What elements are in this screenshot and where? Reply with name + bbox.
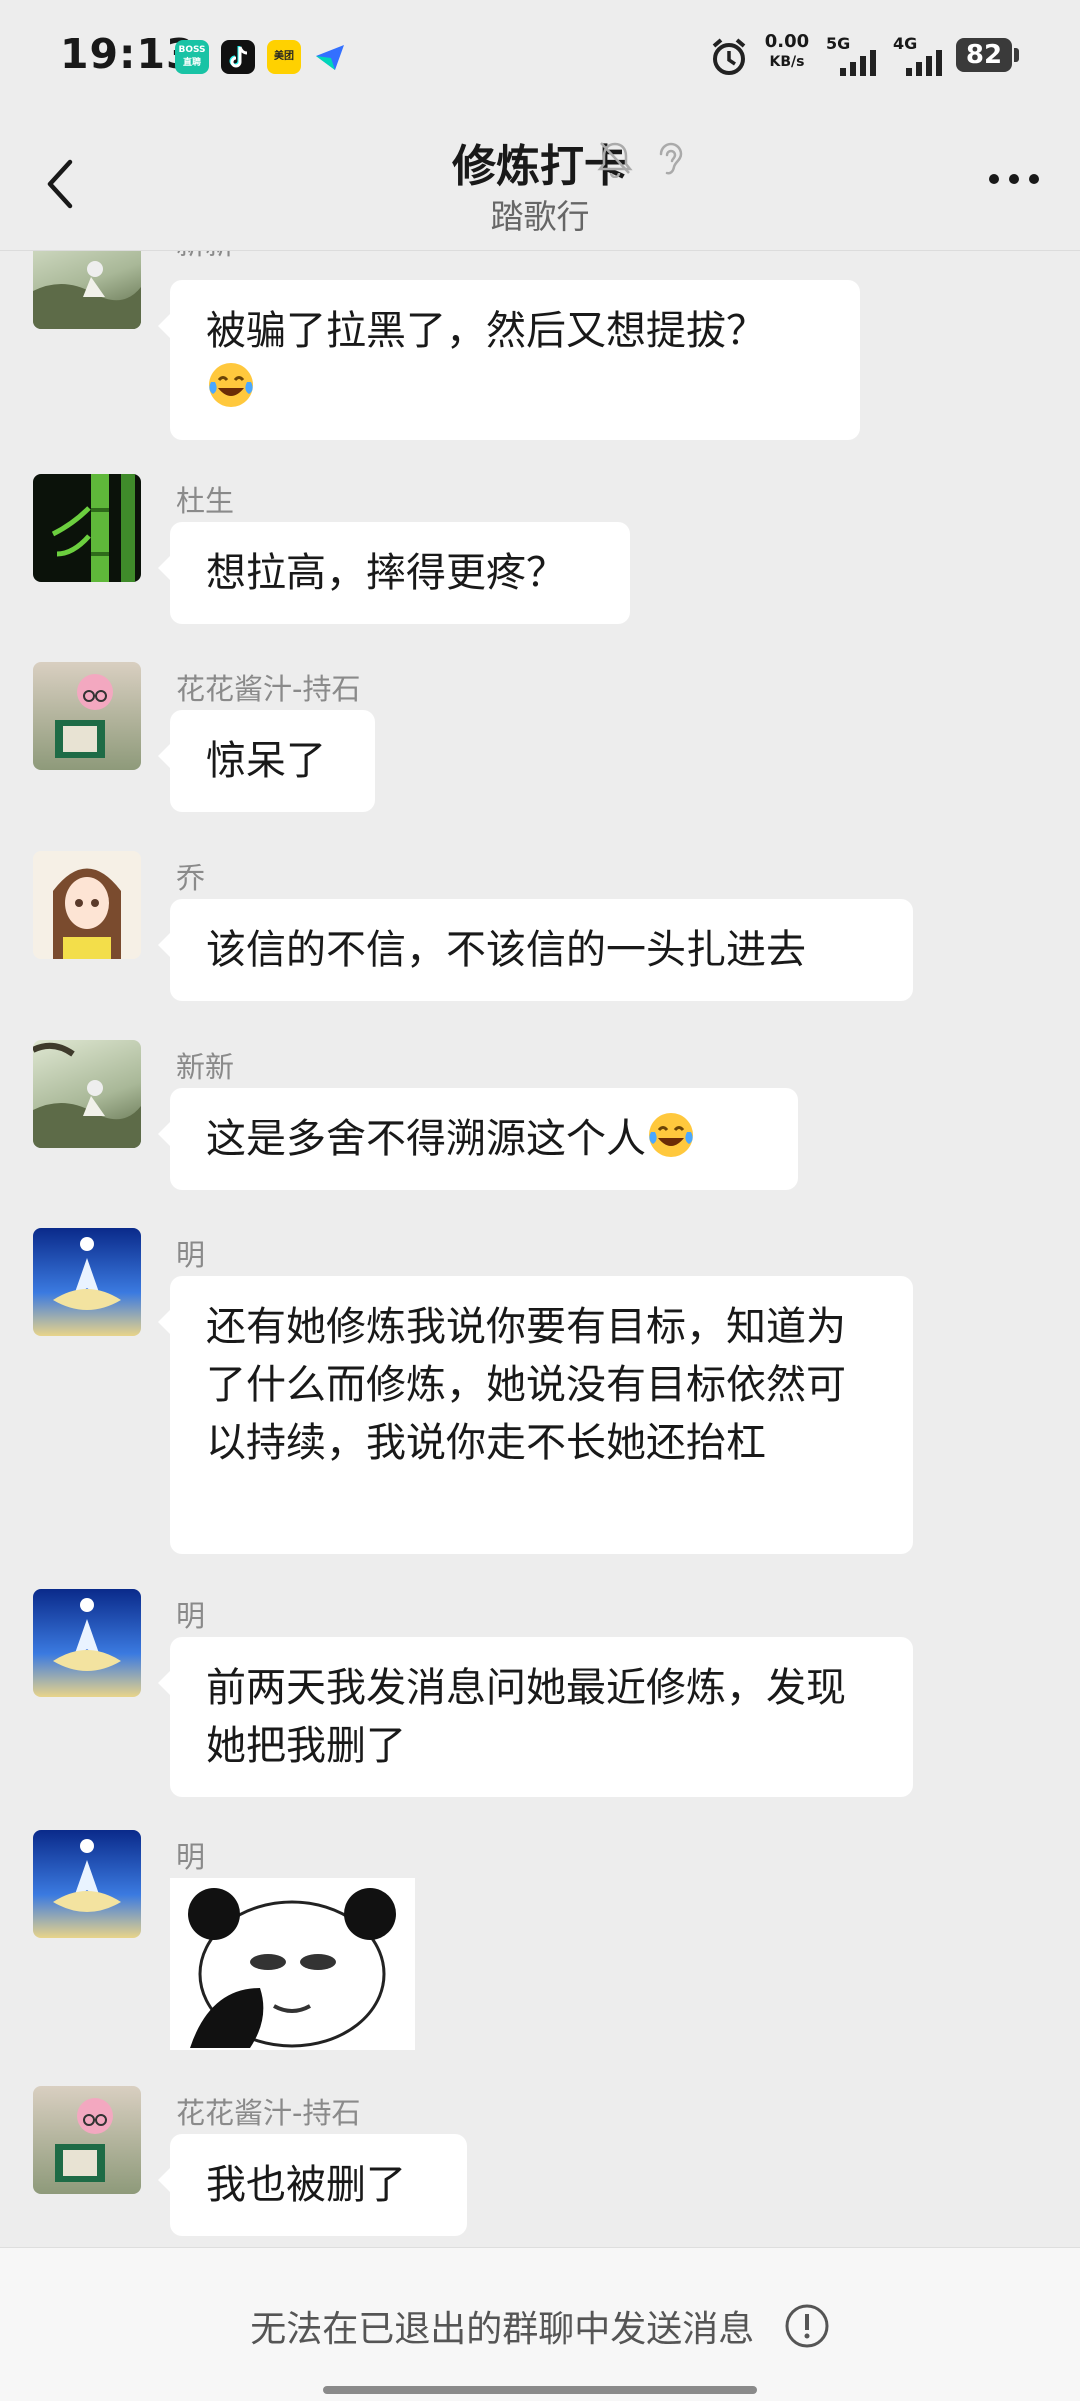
lotus-avatar[interactable] — [33, 1228, 141, 1336]
boss-label: BOSS 直聘 — [178, 45, 206, 68]
message-text: 前两天我发消息问她最近修炼，发现她把我删了 — [206, 1665, 846, 1769]
boss-zhipin-icon: BOSS 直聘 — [175, 40, 209, 74]
feishu-icon — [313, 40, 347, 74]
message-bubble[interactable]: 这是多舍不得溯源这个人 — [158, 1088, 798, 1190]
laughing-tears-emoji-icon — [209, 363, 253, 407]
message-bubble[interactable]: 前两天我发消息问她最近修炼，发现她把我删了 — [158, 1637, 913, 1797]
message-text: 想拉高，摔得更疼？ — [206, 550, 566, 596]
sender-name: 花花酱汁-持石 — [176, 672, 361, 706]
reading-pig-avatar[interactable] — [33, 662, 141, 770]
sender-name: 新新 — [176, 1050, 235, 1084]
cannot-send-notice: 无法在已退出的群聊中发送消息 — [0, 2300, 1080, 2352]
battery-tip — [1014, 48, 1019, 62]
meituan-label: 美团 — [274, 51, 294, 62]
panda-facepalm-sticker[interactable] — [170, 1878, 415, 2050]
landscape-avatar[interactable] — [33, 1040, 141, 1148]
sender-name: 明 — [176, 1599, 206, 1633]
net-speed-unit: KB/s — [769, 54, 805, 70]
message-bubble[interactable]: 还有她修炼我说你要有目标，知道为了什么而修炼，她说没有目标依然可以持续，我说你走… — [158, 1276, 913, 1554]
landscape-avatar[interactable] — [33, 251, 141, 329]
sender-name: 明 — [176, 1238, 206, 1272]
battery-indicator: 82 — [956, 38, 1012, 72]
signal-bars-icon — [840, 50, 876, 76]
sender-name: 新新 — [176, 251, 234, 263]
signal-bars-icon — [906, 50, 942, 76]
lotus-avatar[interactable] — [33, 1830, 141, 1938]
net-speed-value: 0.00 — [764, 31, 810, 52]
message-text: 这是多舍不得溯源这个人 — [206, 1116, 646, 1162]
meituan-icon: 美团 — [267, 40, 301, 74]
status-bar: 19:13 BOSS 直聘 美团 0.00 KB/s 5G 4G 82 — [0, 0, 1080, 112]
alarm-icon — [712, 38, 746, 75]
input-disabled-bar: 无法在已退出的群聊中发送消息 — [0, 2247, 1080, 2401]
message-text: 还有她修炼我说你要有目标，知道为了什么而修炼，她说没有目标依然可以持续，我说你走… — [206, 1304, 846, 1466]
cannot-send-text: 无法在已退出的群聊中发送消息 — [250, 2309, 755, 2350]
sender-name: 花花酱汁-持石 — [176, 2096, 361, 2130]
message-text: 我也被删了 — [206, 2162, 406, 2208]
net-speed: 0.00 KB/s — [762, 32, 812, 72]
message-text: 惊呆了 — [206, 738, 326, 784]
message-text: 被骗了拉黑了，然后又想提拔？ — [206, 308, 766, 354]
message-bubble[interactable]: 我也被删了 — [158, 2134, 467, 2236]
reading-pig-avatar[interactable] — [33, 2086, 141, 2194]
sender-name: 明 — [176, 1840, 206, 1874]
title-status-icons — [596, 138, 687, 182]
more-options-icon[interactable] — [984, 164, 1044, 194]
message-list[interactable]: 新新 被骗了拉黑了，然后又想提拔？ 杜生 想拉高，摔得更疼？ 花花酱汁-持石 惊… — [0, 251, 1080, 2246]
anime-girl-avatar[interactable] — [33, 851, 141, 959]
home-indicator[interactable] — [323, 2386, 757, 2394]
chat-subtitle: 踏歌行 — [490, 197, 590, 236]
bamboo-avatar[interactable] — [33, 474, 141, 582]
info-exclamation-icon[interactable] — [784, 2303, 830, 2349]
message-bubble[interactable]: 该信的不信，不该信的一头扎进去 — [158, 899, 913, 1001]
message-text: 该信的不信，不该信的一头扎进去 — [206, 927, 806, 973]
ear-icon — [659, 142, 683, 175]
chat-title: 修炼打卡 — [452, 141, 628, 192]
laughing-tears-emoji-icon — [649, 1113, 693, 1157]
sender-name: 乔 — [176, 861, 206, 895]
sender-name: 杜生 — [176, 484, 235, 518]
message-bubble[interactable]: 惊呆了 — [158, 710, 375, 812]
mute-bell-icon — [597, 142, 633, 179]
lotus-avatar[interactable] — [33, 1589, 141, 1697]
message-bubble[interactable]: 想拉高，摔得更疼？ — [158, 522, 630, 624]
chat-header: 修炼打卡 踏歌行 — [0, 112, 1080, 251]
message-bubble[interactable]: 被骗了拉黑了，然后又想提拔？ — [158, 280, 860, 440]
tiktok-icon — [221, 40, 255, 74]
